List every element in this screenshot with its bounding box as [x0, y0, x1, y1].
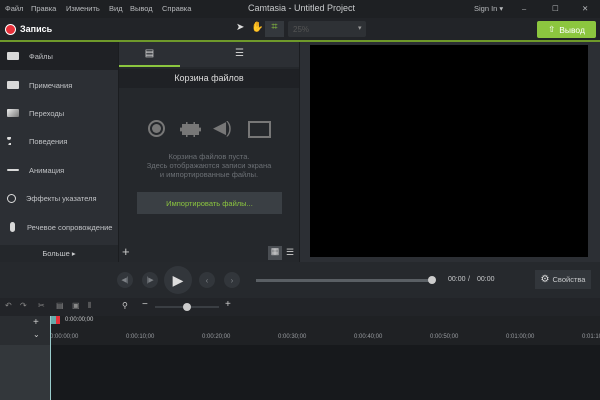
undo-icon[interactable]: ↶ [5, 301, 12, 310]
copy-icon[interactable]: ▤ [56, 301, 64, 310]
empty-message: Корзина файлов пуста. Здесь отображаются… [146, 152, 272, 179]
sidebar-item-annotations[interactable]: Примечания [0, 71, 118, 99]
paste-icon[interactable]: ▣ [72, 301, 80, 310]
cut-icon[interactable]: ✂ [38, 301, 45, 310]
ruler-tick-label: 0:01:00;00 [506, 334, 535, 340]
zoom-dropdown[interactable]: 25% ▾ [288, 21, 366, 37]
menu-file[interactable]: Файл [5, 4, 23, 13]
canvas[interactable] [310, 45, 588, 257]
ruler-tick-label: 0:00:50;00 [430, 334, 459, 340]
track-1-header[interactable] [0, 345, 50, 400]
record-button[interactable]: Запись [20, 24, 52, 34]
menu-view[interactable]: Вид [109, 4, 123, 13]
menu-modify[interactable]: Изменить [66, 4, 100, 13]
timeline-tracks[interactable] [50, 345, 600, 400]
media-bin-panel: ▤ ☰ Корзина файлов ◀) Корзина файлов пус… [119, 42, 299, 262]
behaviors-icon [7, 137, 19, 145]
scrubber[interactable] [256, 276, 436, 284]
sidebar-item-transitions[interactable]: Переходы [0, 99, 118, 127]
crop-tool-icon[interactable]: ⌗ [265, 21, 284, 37]
cursor-icon [7, 193, 16, 203]
ruler-tick-label: 0:00:10;00 [126, 334, 155, 340]
media-tabs: ▤ ☰ [119, 42, 299, 67]
record-icon[interactable] [5, 24, 16, 35]
add-track-icon[interactable]: + [33, 317, 39, 328]
ruler-tick-label: 0:00:30;00 [278, 334, 307, 340]
current-time: 00:00 [448, 276, 466, 283]
gear-icon: ⚙ [540, 274, 550, 285]
menu-share[interactable]: Вывод [130, 4, 153, 13]
list-view-icon[interactable]: ☰ [286, 247, 294, 258]
maximize-button[interactable]: ☐ [552, 4, 559, 13]
chevron-down-icon[interactable]: ⌄ [33, 330, 40, 339]
sidebar-item-media[interactable]: Файлы [0, 42, 118, 70]
sidebar-item-animation[interactable]: Анимация [0, 156, 118, 184]
list-icon: ☰ [235, 48, 244, 59]
properties-button[interactable]: ⚙ Свойства [535, 270, 591, 289]
total-time: 00:00 [477, 276, 495, 283]
tab-media-bin[interactable]: ▤ [119, 42, 180, 67]
ruler-tick-label: 0:00:40;00 [354, 334, 383, 340]
film-icon [180, 122, 201, 137]
tools-sidebar: Файлы Примечания Переходы Поведения Аним… [0, 42, 118, 262]
playhead-marker [56, 316, 60, 324]
callout-icon [7, 81, 19, 89]
sidebar-item-behaviors[interactable]: Поведения [0, 127, 118, 155]
step-forward-icon[interactable]: |▶ [142, 272, 158, 288]
microphone-icon [10, 222, 15, 232]
timeline-toolbar: ↶ ↷ ✂ ▤ ▣ ⫴ ⚲ − + [0, 298, 600, 316]
record-icon [148, 120, 165, 137]
timeline-ruler[interactable]: 0:00:00;00 0:00:00;00 0:00:10;00 0:00:20;0… [50, 316, 600, 345]
tab-library[interactable]: ☰ [180, 42, 299, 67]
close-button[interactable]: ✕ [582, 4, 588, 13]
ruler-tick-label: 0:01:10 [582, 334, 600, 340]
playback-controls: ◀| |▶ ▶ ‹ › 00:00 / 00:00 ⚙ Свойства [0, 262, 600, 298]
minimize-button[interactable]: – [522, 4, 526, 13]
play-button[interactable]: ▶ [164, 266, 192, 294]
window-title: Camtasia - Untitled Project [248, 3, 356, 13]
film-icon [7, 52, 19, 60]
chevron-down-icon: ▾ [358, 25, 362, 32]
sidebar-item-voice-narration[interactable]: Речевое сопровождение [0, 213, 118, 241]
zoom-out-button[interactable]: − [142, 299, 148, 310]
film-icon: ▤ [144, 48, 155, 59]
previous-icon[interactable]: ‹ [199, 272, 215, 288]
import-files-button[interactable]: Импортировать файлы... [137, 192, 282, 214]
playhead-line [50, 316, 51, 400]
animation-icon [7, 169, 19, 171]
playhead-time: 0:00:00;00 [65, 317, 94, 323]
export-button[interactable]: ⇧ Вывод [537, 21, 596, 38]
sidebar-item-cursor-effects[interactable]: Эффекты указателя [0, 184, 118, 212]
sign-in-button[interactable]: Sign In ▾ [474, 4, 503, 13]
main-toolbar: Запись ➤ ✋ ⌗ 25% ▾ ⇧ Вывод [0, 18, 600, 40]
search-icon: ⚲ [122, 301, 128, 310]
image-icon [248, 121, 271, 138]
split-icon[interactable]: ⫴ [88, 301, 91, 311]
timeline-zoom-slider[interactable] [155, 303, 219, 311]
time-separator: / [468, 276, 470, 283]
grid-view-icon[interactable]: ▦ [268, 246, 282, 260]
pan-tool-icon[interactable]: ✋ [251, 22, 263, 33]
zoom-slider-handle[interactable] [183, 303, 191, 311]
step-back-icon[interactable]: ◀| [117, 272, 133, 288]
track-header: + ⌄ [0, 316, 50, 400]
add-icon[interactable]: + [122, 244, 130, 259]
menu-help[interactable]: Справка [162, 4, 191, 13]
preview-area [300, 42, 600, 262]
redo-icon[interactable]: ↷ [20, 301, 27, 310]
media-bin-header: Корзина файлов [119, 69, 299, 88]
next-icon[interactable]: › [224, 272, 240, 288]
more-button[interactable]: Больше ▸ [0, 245, 118, 262]
share-icon: ⇧ [548, 24, 556, 34]
ruler-tick-label: 0:00:00;00 [50, 334, 79, 340]
transition-icon [7, 109, 19, 117]
menu-edit[interactable]: Правка [31, 4, 56, 13]
ruler-tick-label: 0:00:20;00 [202, 334, 231, 340]
select-tool-icon[interactable]: ➤ [236, 22, 244, 33]
scrubber-handle[interactable] [428, 276, 436, 284]
title-bar: Файл Правка Изменить Вид Вывод Справка C… [0, 0, 600, 18]
audio-icon: ◀) [213, 118, 232, 137]
zoom-in-button[interactable]: + [225, 299, 231, 310]
